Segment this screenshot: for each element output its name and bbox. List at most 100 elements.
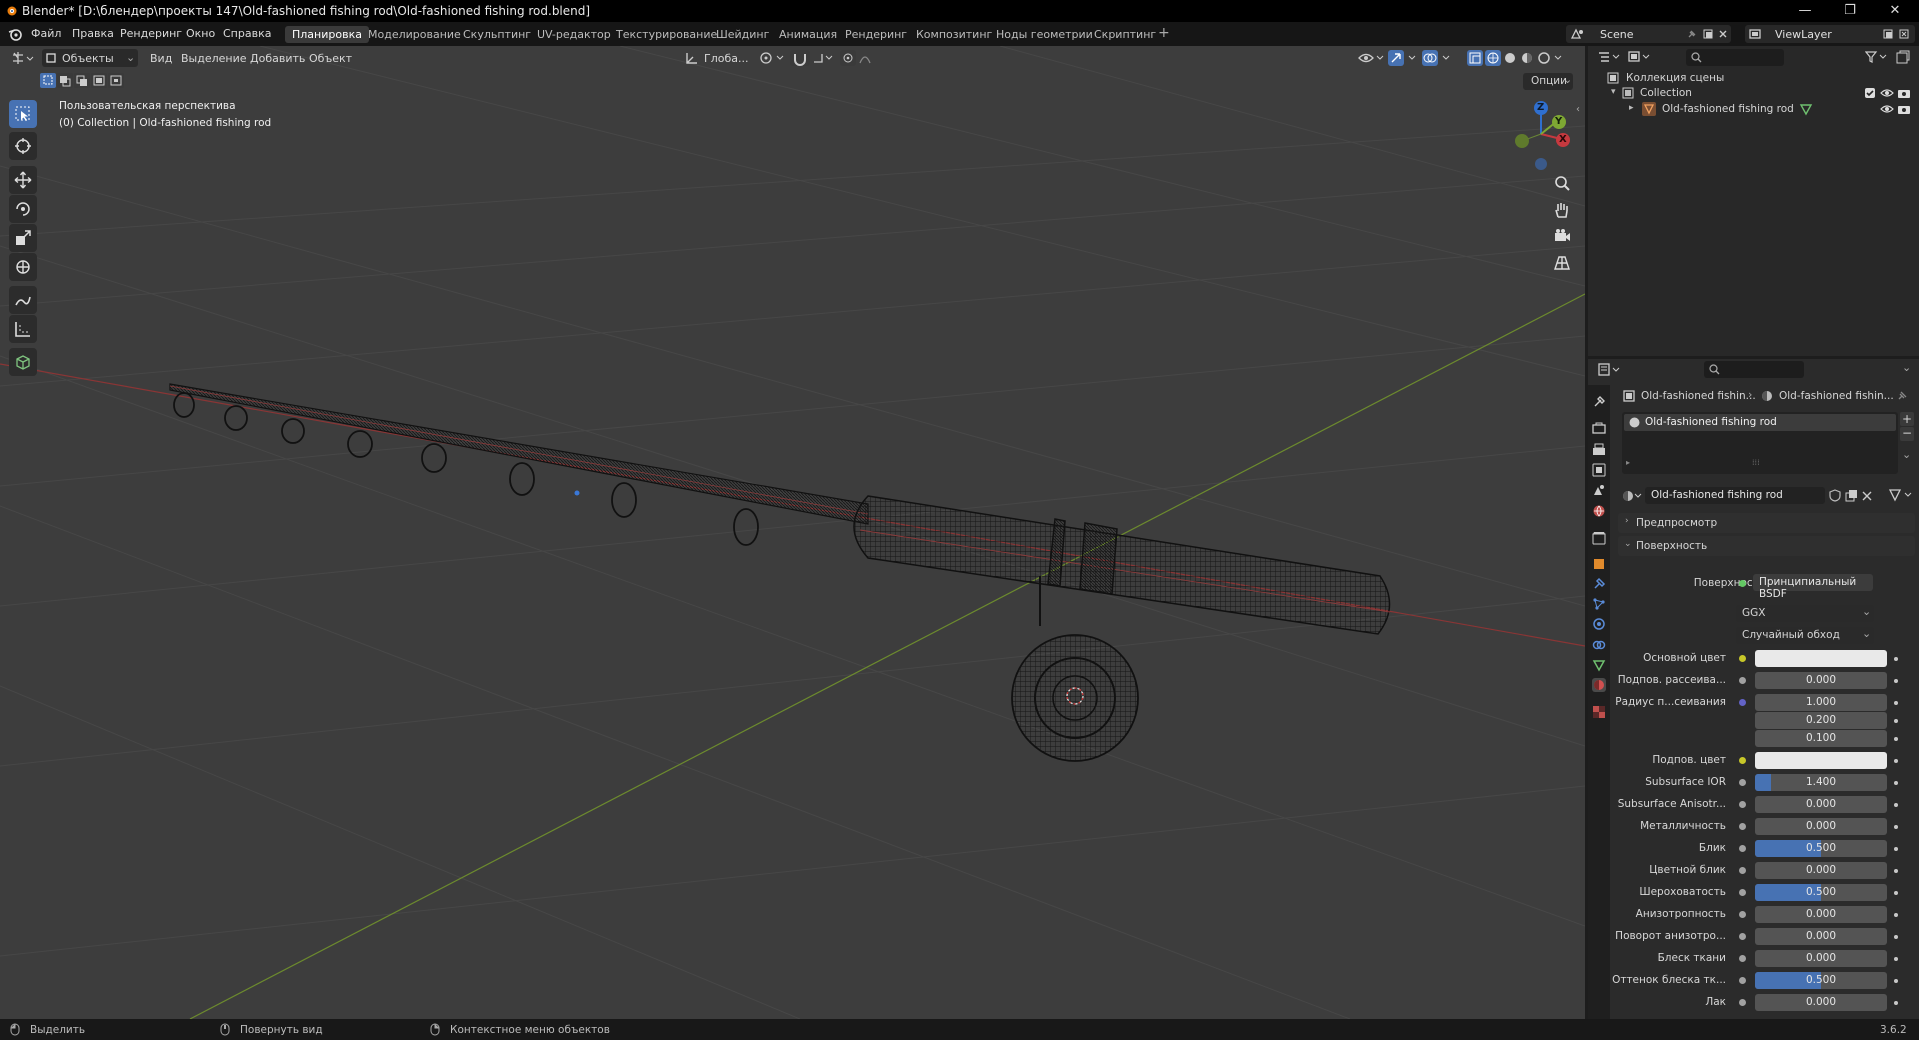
keyframe-dot-icon[interactable]: [1894, 759, 1898, 763]
input-socket-icon[interactable]: [1739, 977, 1746, 984]
keyframe-dot-icon[interactable]: [1894, 869, 1898, 873]
menu-window[interactable]: Окно: [186, 27, 215, 40]
keyframe-dot-icon[interactable]: [1894, 979, 1898, 983]
keyframe-dot-icon[interactable]: [1894, 679, 1898, 683]
material-tab-icon[interactable]: [1592, 678, 1606, 692]
unlink-material-icon[interactable]: [1860, 489, 1874, 502]
input-socket-icon[interactable]: [1739, 845, 1746, 852]
properties-editor-type-icon[interactable]: [1598, 363, 1620, 377]
visibility-filter-icon[interactable]: [1358, 50, 1386, 66]
select-subtract-icon[interactable]: [74, 73, 90, 88]
visibility-eye-icon[interactable]: [1880, 87, 1894, 99]
physics-tab-icon[interactable]: [1592, 617, 1606, 631]
pivot-point-icon[interactable]: [760, 51, 786, 65]
numeric-field[interactable]: 0.500: [1755, 972, 1887, 989]
keyframe-dot-icon[interactable]: [1894, 847, 1898, 851]
outliner-collection[interactable]: Collection: [1640, 87, 1692, 99]
new-collection-icon[interactable]: [1895, 49, 1911, 65]
particles-tab-icon[interactable]: [1592, 597, 1606, 611]
breadcrumb-object[interactable]: Old-fashioned fishin...: [1641, 390, 1756, 402]
duplicate-material-icon[interactable]: [1844, 489, 1858, 502]
pin-icon[interactable]: [1896, 390, 1908, 402]
numeric-field[interactable]: 0.000: [1755, 862, 1887, 879]
transform-orientation[interactable]: Глоба...: [704, 52, 748, 65]
collection-expand-icon[interactable]: ▾: [1611, 87, 1616, 97]
collection-tab-icon[interactable]: [1592, 531, 1606, 545]
input-socket-icon[interactable]: [1739, 757, 1746, 764]
scene-selector[interactable]: Scene: [1566, 25, 1731, 43]
outliner-editor-type-icon[interactable]: [1598, 50, 1620, 64]
blender-menu-icon[interactable]: [8, 27, 22, 41]
snap-icon[interactable]: [790, 50, 836, 66]
world-tab-icon[interactable]: [1592, 504, 1606, 518]
input-socket-icon[interactable]: [1739, 933, 1746, 940]
select-box-tool[interactable]: [9, 100, 37, 128]
minimize-button[interactable]: —: [1785, 1, 1825, 21]
numeric-field[interactable]: 1.400: [1755, 774, 1887, 791]
resize-handle-icon[interactable]: ⁞⁞⁞: [1752, 458, 1760, 467]
keyframe-dot-icon[interactable]: [1894, 891, 1898, 895]
workspace-tab-scripting[interactable]: Скриптинг: [1087, 26, 1163, 43]
color-field[interactable]: [1755, 752, 1887, 769]
pan-hand-icon[interactable]: [1553, 201, 1571, 219]
add-slot-button[interactable]: +: [1900, 412, 1914, 426]
constraints-tab-icon[interactable]: [1592, 638, 1606, 652]
input-socket-icon[interactable]: [1739, 867, 1746, 874]
input-socket-icon[interactable]: [1739, 677, 1746, 684]
viewport-menu-view[interactable]: Вид: [150, 52, 172, 65]
render-camera-icon[interactable]: [1897, 87, 1911, 99]
pin-icon[interactable]: [1686, 28, 1698, 40]
numeric-field[interactable]: 0.500: [1755, 840, 1887, 857]
properties-search-input[interactable]: [1704, 361, 1804, 378]
workspace-tab-sculpting[interactable]: Скульптинг: [456, 26, 538, 43]
new-scene-icon[interactable]: [1702, 28, 1714, 40]
gizmo-toggle-icon[interactable]: [1388, 50, 1418, 66]
workspace-tab-rendering[interactable]: Рендеринг: [838, 26, 914, 43]
scene-tab-icon[interactable]: [1592, 483, 1606, 497]
zoom-icon[interactable]: [1553, 174, 1571, 192]
rotate-tool[interactable]: [9, 195, 37, 223]
options-dropdown[interactable]: Опции ⌄: [1523, 73, 1573, 90]
numeric-field[interactable]: 0.000: [1755, 950, 1887, 967]
material-slot-item[interactable]: Old-fashioned fishing rod: [1624, 414, 1896, 431]
exclude-checkbox-icon[interactable]: [1864, 87, 1876, 99]
viewport-menu-select[interactable]: Выделение: [181, 52, 247, 65]
measure-tool[interactable]: [9, 315, 37, 343]
numeric-field[interactable]: 0.000: [1755, 994, 1887, 1011]
link-mode-icon[interactable]: [1888, 488, 1914, 502]
mode-selector[interactable]: Объекты ⌄: [42, 49, 138, 67]
cursor-tool[interactable]: [9, 132, 37, 160]
display-mode-icon[interactable]: [1628, 50, 1650, 64]
numeric-field[interactable]: 0.100: [1755, 730, 1887, 747]
mesh-data-icon[interactable]: [1799, 102, 1813, 116]
new-view-layer-icon[interactable]: [1882, 28, 1894, 40]
input-socket-icon[interactable]: [1739, 779, 1746, 786]
numeric-field[interactable]: 0.000: [1755, 818, 1887, 835]
annotate-tool[interactable]: [9, 286, 37, 314]
orientation-icon[interactable]: [685, 51, 699, 65]
tool-tab-icon[interactable]: [1592, 395, 1606, 409]
input-socket-icon[interactable]: [1739, 801, 1746, 808]
workspace-tab-texture[interactable]: Текстурирование: [609, 26, 724, 43]
modifier-tab-icon[interactable]: [1592, 577, 1606, 591]
close-window-button[interactable]: ✕: [1875, 1, 1915, 21]
slot-expand-icon[interactable]: ▸: [1626, 458, 1630, 467]
input-socket-icon[interactable]: [1739, 911, 1746, 918]
numeric-field[interactable]: 1.000: [1755, 694, 1887, 711]
workspace-tab-animation[interactable]: Анимация: [772, 26, 844, 43]
menu-file[interactable]: Файл: [31, 27, 61, 40]
filter-icon[interactable]: [1865, 50, 1889, 64]
xray-toggle-icon[interactable]: [1467, 50, 1483, 66]
gizmo-y-label[interactable]: Y: [1555, 116, 1562, 127]
input-socket-icon[interactable]: [1739, 999, 1746, 1006]
add-cube-tool[interactable]: [9, 348, 37, 376]
select-extend-icon[interactable]: [57, 73, 73, 88]
input-socket-icon[interactable]: [1739, 655, 1746, 662]
preview-panel-header[interactable]: › Предпросмотр: [1618, 513, 1915, 533]
input-socket-icon[interactable]: [1739, 889, 1746, 896]
workspace-tab-layout[interactable]: Планировка: [285, 26, 369, 43]
surface-shader-field[interactable]: Принципиальный BSDF: [1753, 574, 1873, 600]
fake-user-shield-icon[interactable]: [1828, 489, 1842, 502]
breadcrumb-material[interactable]: Old-fashioned fishin...: [1779, 390, 1894, 402]
perspective-toggle-icon[interactable]: [1553, 254, 1571, 272]
